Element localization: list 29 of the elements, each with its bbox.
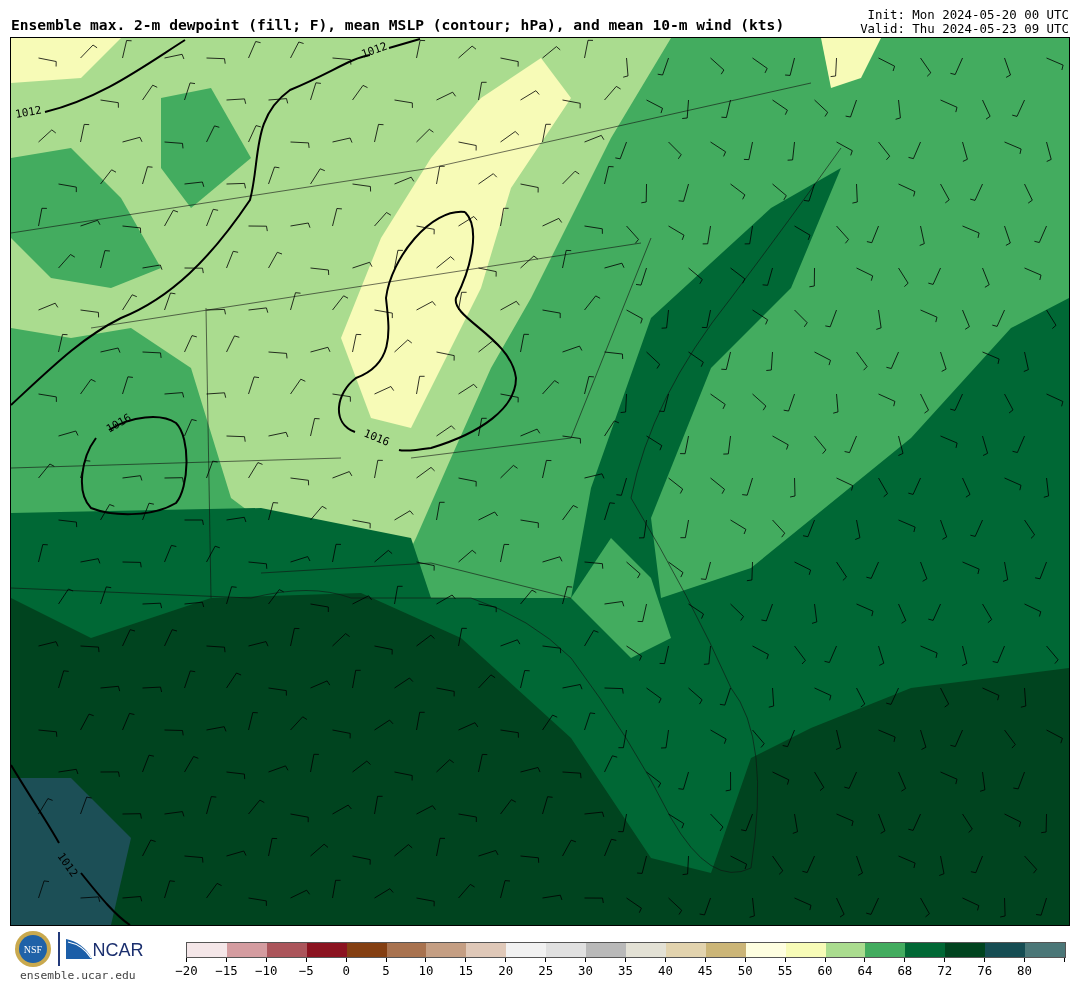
scale-tick-label: 68 [897,963,913,978]
scale-tick-label: 64 [857,963,873,978]
init-time: Init: Mon 2024-05-20 00 UTC [867,8,1069,22]
scale-tick-label: 5 [382,963,390,978]
scale-tick-label: 30 [578,963,594,978]
scale-tick-label: 10 [418,963,434,978]
scale-tick-label: 72 [937,963,953,978]
scale-tick-label: 45 [697,963,713,978]
scale-tick-label: 60 [817,963,833,978]
nsf-logo: NSF [14,930,52,968]
ncar-logo: NCAR [65,939,144,959]
scale-tick-label: 35 [618,963,633,978]
scale-tick-label: 25 [538,963,554,978]
scale-tick-label: 80 [1017,963,1033,978]
valid-time: Valid: Thu 2024-05-23 09 UTC [860,22,1069,36]
contour-label: 1016 [361,426,392,449]
chart-title: Ensemble max. 2-m dewpoint (fill; F), mean MSLP (contour; hPa), and mean 10-m wind (kts) [11,16,785,35]
scale-tick-label: 15 [458,963,474,978]
scale-tick-label: 50 [737,963,753,978]
scale-tick-label: 40 [657,963,673,978]
scale-tick-label: −5 [298,963,314,978]
scale-tick-label: 20 [498,963,514,978]
scale-tick-label: 76 [977,963,993,978]
scale-tick-label: 55 [777,963,793,978]
scale-tick-label: −15 [215,963,238,978]
scale-tick-label: 0 [342,963,350,978]
contour-label: 1012 [14,103,43,121]
scale-tick-label: −20 [175,963,198,978]
scale-tick-label: −10 [255,963,278,978]
